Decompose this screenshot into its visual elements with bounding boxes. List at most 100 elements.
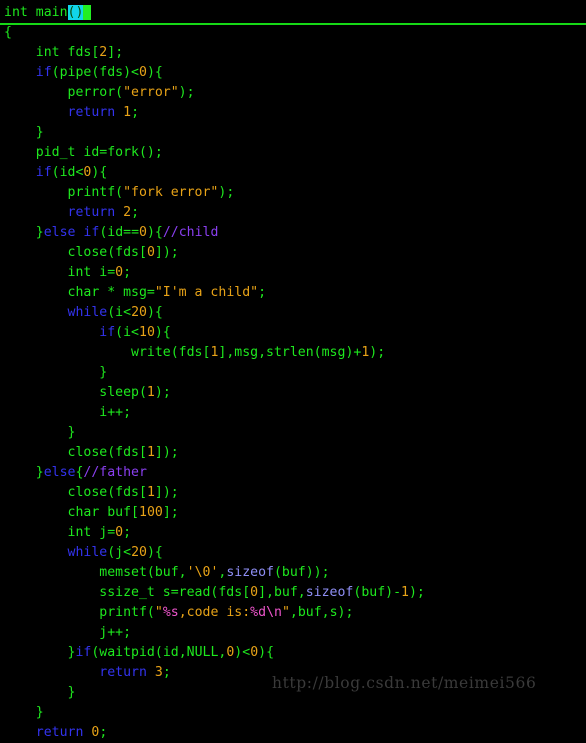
code-number: 2 [123, 205, 132, 220]
code-token: (i< [107, 305, 132, 320]
code-token: ; [99, 725, 108, 740]
code-number: 100 [139, 505, 163, 520]
code-number: 1 [146, 445, 155, 460]
code-line[interactable]: char buf[100]; [0, 503, 586, 523]
code-number: 10 [139, 325, 155, 340]
code-line[interactable]: write(fds[1],msg,strlen(msg)+1); [0, 343, 586, 363]
code-token: (waitpid(id,NULL, [91, 645, 227, 660]
code-line[interactable]: memset(buf,'\0',sizeof(buf)); [0, 563, 586, 583]
code-comment: //child [162, 225, 219, 240]
code-token: int main [4, 5, 68, 20]
code-line[interactable]: if(i<10){ [0, 323, 586, 343]
code-line[interactable]: while(i<20){ [0, 303, 586, 323]
code-line[interactable]: } [0, 703, 586, 723]
code-number: 3 [154, 665, 163, 680]
code-keyword: if [35, 165, 52, 180]
code-token: char * msg= [4, 285, 155, 300]
code-line[interactable]: int j=0; [0, 523, 586, 543]
code-line[interactable]: int fds[2]; [0, 43, 586, 63]
code-token: ; [131, 205, 140, 220]
code-text-area[interactable]: int main() { int fds[2]; if(pipe(fds)<0)… [0, 3, 586, 743]
code-number: 0 [91, 725, 100, 740]
code-line-current[interactable]: int main() [0, 3, 586, 25]
code-line[interactable]: char * msg="I'm a child"; [0, 283, 586, 303]
code-token: ){ [258, 645, 275, 660]
code-line[interactable]: if(id<0){ [0, 163, 586, 183]
code-keyword: while [67, 545, 108, 560]
code-line[interactable]: printf("fork error"); [0, 183, 586, 203]
code-line[interactable]: return 1; [0, 103, 586, 123]
code-format-specifier: \n [266, 605, 282, 620]
code-string: " [281, 605, 290, 620]
code-line[interactable]: while(j<20){ [0, 543, 586, 563]
code-line[interactable]: int i=0; [0, 263, 586, 283]
code-line[interactable]: } [0, 363, 586, 383]
code-token: ){ [146, 305, 163, 320]
code-line[interactable]: close(fds[1]); [0, 443, 586, 463]
code-string: " [154, 605, 163, 620]
code-line[interactable]: } [0, 423, 586, 443]
code-token: (id< [51, 165, 84, 180]
code-token: ){ [146, 545, 163, 560]
code-token: (i< [115, 325, 139, 340]
code-line[interactable]: }else if(id==0){//child [0, 223, 586, 243]
code-line[interactable]: if(pipe(fds)<0){ [0, 63, 586, 83]
code-number: 0 [115, 525, 124, 540]
code-keyword: while [67, 305, 108, 320]
code-token: write(fds [4, 345, 203, 360]
code-token: (buf)- [353, 585, 402, 600]
code-number: 0 [146, 245, 155, 260]
code-number: 0 [250, 645, 259, 660]
code-token: [ [138, 445, 147, 460]
code-token: ssize_t s=read(fds [4, 585, 243, 600]
code-line[interactable]: printf("%s,code is:%d\n",buf,s); [0, 603, 586, 623]
code-line[interactable]: j++; [0, 623, 586, 643]
code-string: ,code is: [178, 605, 251, 620]
code-token: ; [258, 285, 267, 300]
code-line[interactable]: }else{//father [0, 463, 586, 483]
code-line[interactable]: pid_t id=fork(); [0, 143, 586, 163]
code-line[interactable]: close(fds[0]); [0, 243, 586, 263]
code-token: ; [162, 665, 171, 680]
code-token: perror( [4, 85, 124, 100]
code-keyword: if [75, 645, 92, 660]
code-line[interactable]: ssize_t s=read(fds[0],buf,sizeof(buf)-1)… [0, 583, 586, 603]
code-keyword: return [67, 105, 116, 120]
code-token: ){ [154, 325, 171, 340]
code-format-specifier: %s [162, 605, 179, 620]
code-token: { [4, 25, 12, 40]
code-line[interactable]: return 0; [0, 723, 586, 743]
code-editor-viewport[interactable]: int main() { int fds[2]; if(pipe(fds)<0)… [0, 0, 586, 740]
code-token: int fds [4, 45, 92, 60]
code-line[interactable]: { [0, 23, 586, 43]
code-number: 20 [131, 545, 147, 560]
code-token: } [4, 465, 44, 480]
code-line[interactable]: } [0, 123, 586, 143]
code-token: ; [123, 265, 132, 280]
code-token: close(fds [4, 485, 139, 500]
code-number: 1 [146, 385, 155, 400]
code-line[interactable]: }if(waitpid(id,NULL,0)<0){ [0, 643, 586, 663]
code-line[interactable]: i++; [0, 403, 586, 423]
code-token: int j= [4, 525, 116, 540]
code-line[interactable]: sleep(1); [0, 383, 586, 403]
code-token: ; [123, 525, 132, 540]
code-line[interactable]: return 2; [0, 203, 586, 223]
code-token: ]; [162, 505, 179, 520]
code-line[interactable]: close(fds[1]); [0, 483, 586, 503]
code-number: 0 [115, 265, 124, 280]
code-line[interactable]: perror("error"); [0, 83, 586, 103]
code-keyword: return [99, 665, 147, 680]
code-number: 20 [131, 305, 147, 320]
code-token: (buf)); [273, 565, 330, 580]
code-token: pid_t id=fork(); [4, 145, 163, 160]
code-token: ]; [107, 45, 124, 60]
code-string: "I'm a child" [154, 285, 259, 300]
